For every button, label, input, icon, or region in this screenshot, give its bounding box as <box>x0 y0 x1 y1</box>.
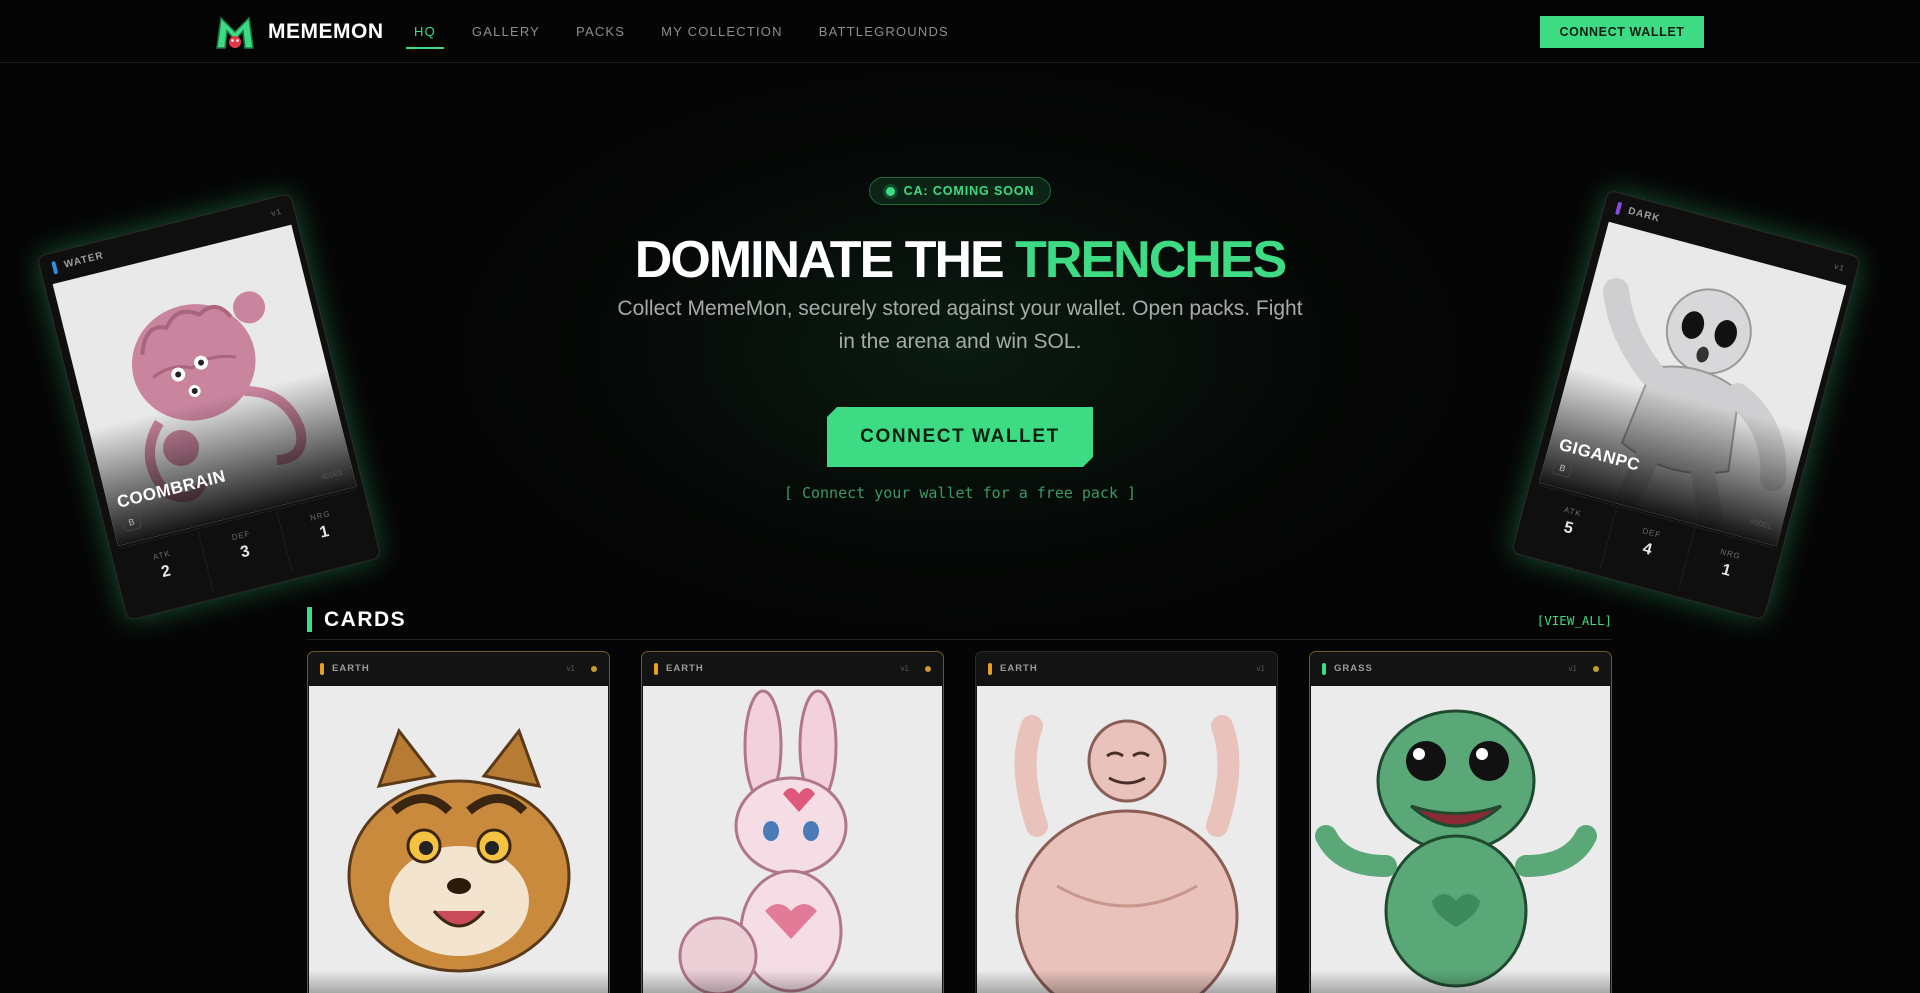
card-art-fat-pink-creature <box>977 686 1276 993</box>
card-type: EARTH <box>1000 663 1038 674</box>
featured-dot-icon <box>925 665 931 672</box>
cards-section-title: CARDS <box>324 608 407 631</box>
cards-grid: EARTH v1 EARTH v1 EARTH v1 GRASS v1 <box>307 651 1612 993</box>
card-type: WATER <box>62 249 105 271</box>
hero-connect-wallet-button[interactable]: CONNECT WALLET <box>827 407 1093 467</box>
card-earth-blob[interactable]: EARTH v1 <box>975 651 1278 993</box>
nav-link-packs[interactable]: PACKS <box>576 24 625 39</box>
green-frog-creature-illustration <box>1315 709 1597 988</box>
nav-link-battlegrounds[interactable]: BATTLEGROUNDS <box>819 24 949 39</box>
pink-bunny-creature-illustration <box>678 689 848 993</box>
card-type: DARK <box>1626 205 1662 225</box>
nav-link-hq[interactable]: HQ <box>406 24 444 49</box>
card-header: EARTH v1 <box>976 652 1277 685</box>
type-bar <box>1615 201 1623 215</box>
headline-accent: TRENCHES <box>1015 231 1287 289</box>
status-dot-icon <box>885 186 895 196</box>
card-version: v1 <box>1833 261 1846 273</box>
ca-status-badge: CA: COMING SOON <box>869 177 1051 205</box>
fat-pink-creature-illustration <box>1014 715 1240 993</box>
section-accent-bar <box>307 607 312 632</box>
nav-link-gallery[interactable]: GALLERY <box>472 24 540 39</box>
card-art-pink-bunny-creature <box>643 686 942 993</box>
brand-logo[interactable]: MEMEMON <box>214 14 384 50</box>
top-navbar: MEMEMON HQ GALLERY PACKS MY COLLECTION B… <box>0 0 1920 63</box>
m-monster-logo-icon <box>216 16 254 49</box>
card-grass-frog[interactable]: GRASS v1 <box>1309 651 1612 993</box>
nav-connect-wallet-button[interactable]: CONNECT WALLET <box>1540 16 1704 48</box>
card-art-green-frog-creature <box>1311 686 1610 993</box>
nav-links: HQ GALLERY PACKS MY COLLECTION BATTLEGRO… <box>406 24 985 49</box>
type-bar <box>654 662 658 675</box>
card-earth-bunny[interactable]: EARTH v1 <box>641 651 944 993</box>
card-type: GRASS <box>1334 663 1373 674</box>
card-version: v1 <box>1568 664 1577 673</box>
brand-name: MEMEMON <box>268 20 384 43</box>
hero-subtext: Collect MemeMon, securely stored against… <box>617 297 1303 353</box>
card-type: EARTH <box>666 663 704 674</box>
headline-main: DOMINATE THE <box>634 231 1016 289</box>
type-bar <box>320 662 324 675</box>
card-type: EARTH <box>332 663 370 674</box>
cards-section-header: CARDS [VIEW_ALL] <box>307 607 1612 640</box>
card-version: v1 <box>269 206 283 218</box>
type-bar <box>988 662 992 675</box>
card-version: v1 <box>900 664 909 673</box>
card-version: v1 <box>1256 664 1265 673</box>
ca-status-text: CA: COMING SOON <box>903 184 1035 198</box>
card-header: GRASS v1 <box>1310 652 1611 685</box>
type-bar <box>1322 662 1326 675</box>
type-bar <box>51 260 59 274</box>
view-all-link[interactable]: [VIEW_ALL] <box>1537 613 1612 628</box>
card-version: v1 <box>566 664 575 673</box>
card-art-brown-fox-creature <box>309 686 608 993</box>
brown-fox-creature-illustration <box>347 727 571 973</box>
featured-dot-icon <box>591 665 597 672</box>
card-header: EARTH v1 <box>642 652 943 685</box>
featured-dot-icon <box>1593 665 1599 672</box>
card-earth-fox[interactable]: EARTH v1 <box>307 651 610 993</box>
nav-link-my-collection[interactable]: MY COLLECTION <box>661 24 783 39</box>
card-header: EARTH v1 <box>308 652 609 685</box>
